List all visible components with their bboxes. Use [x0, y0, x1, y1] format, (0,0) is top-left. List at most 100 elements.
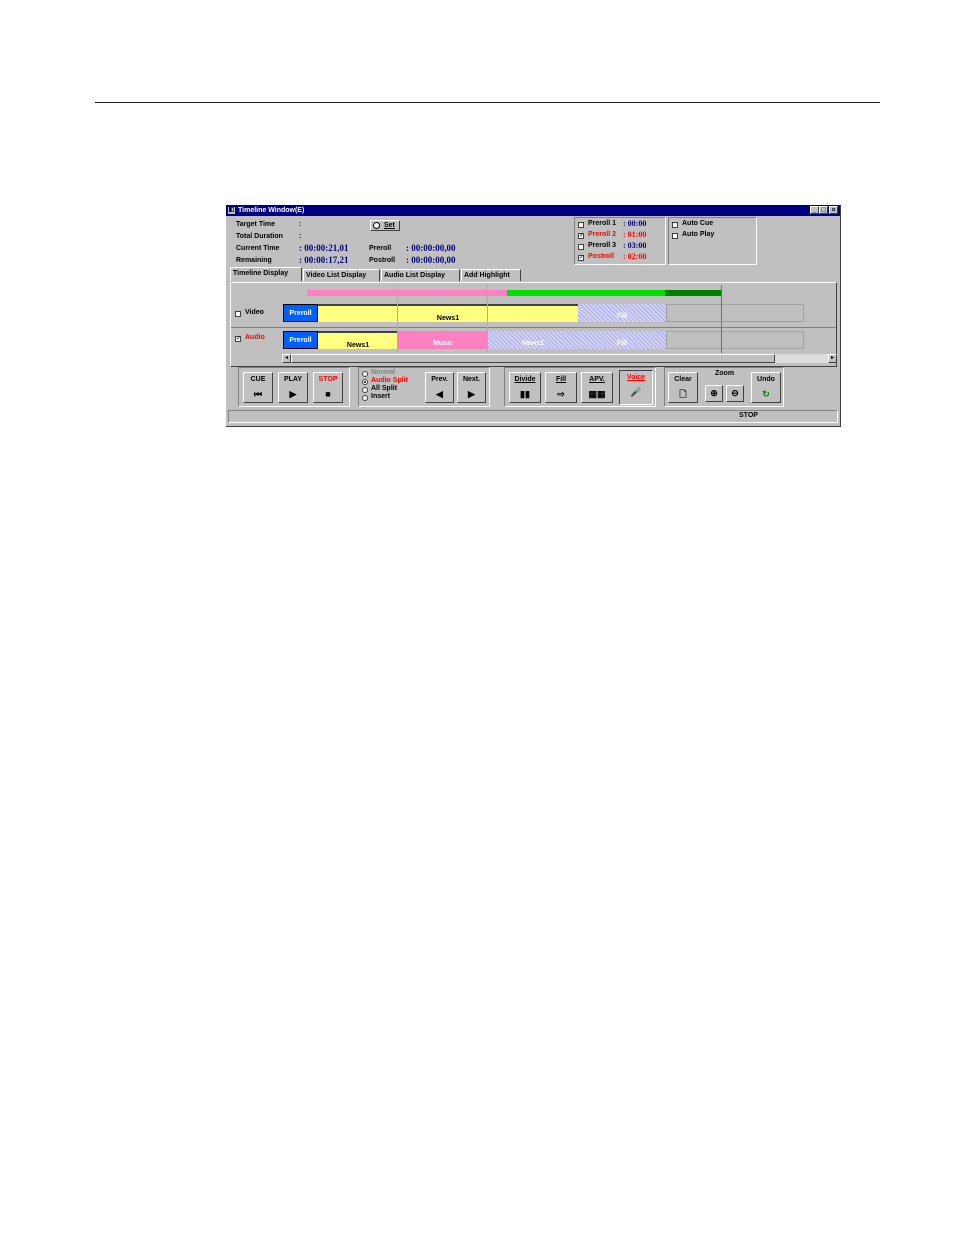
video-track-empty [666, 304, 804, 322]
next-label: Next. [462, 376, 481, 383]
preroll-value: : 00:00:00,00 [406, 243, 456, 253]
divide-icon: ▮▮ [520, 389, 530, 399]
zoom-in-icon: ⊕ [710, 388, 718, 398]
play-icon: ▶ [289, 389, 297, 399]
marker-line-1 [397, 285, 398, 353]
mode-insert-radio[interactable] [362, 395, 368, 401]
postroll-label: Postroll [369, 257, 396, 264]
close-button[interactable]: × [829, 206, 838, 214]
scroll-thumb[interactable] [291, 354, 775, 363]
app-icon: ◧ [228, 207, 235, 214]
next-button[interactable]: Next. ▶ [457, 372, 486, 403]
title-bar[interactable]: ◧ Timeline Window(E) _ □ × [226, 205, 840, 216]
divide-button[interactable]: Divide ▮▮ [509, 372, 541, 403]
edit-mode-group: Normal Audio Split All Split Insert Prev… [358, 367, 490, 407]
tab-audio-list-display[interactable]: Audio List Display [381, 269, 460, 281]
audio-preroll-block[interactable]: Preroll [283, 331, 318, 349]
maximize-button[interactable]: □ [819, 206, 828, 214]
window-title: Timeline Window(E) [238, 207, 305, 214]
cue-label: CUE [250, 376, 266, 383]
tab-video-list-display[interactable]: Video List Display [303, 269, 380, 281]
preroll-2-label: Preroll 2 [588, 231, 617, 238]
edit-tools-group: Divide ▮▮ Fill ⇨ APV. ▦▦ Voice 🎤 [504, 367, 656, 407]
apv-icon: ▦▦ [588, 389, 606, 399]
tab-add-highlight[interactable]: Add Highlight [461, 269, 521, 281]
fill-button[interactable]: Fill ⇨ [545, 372, 577, 403]
view-tools-group: Clear 🗋 Zoom ⊕ ⊖ Undo ↻ [664, 367, 784, 407]
preroll-label: Preroll [369, 245, 392, 252]
left-arrow-icon: ◀ [436, 389, 443, 399]
timeline-window: ◧ Timeline Window(E) _ □ × Target Time :… [226, 205, 841, 427]
postroll-value: : 00:00:00,00 [406, 255, 456, 265]
auto-play-label: Auto Play [682, 231, 715, 238]
audio-clip-news1-second[interactable]: News1 [488, 331, 578, 349]
track-divider [231, 327, 836, 328]
undo-label: Undo [757, 376, 775, 383]
end-marker-line [721, 285, 722, 353]
video-clip-fill[interactable]: Fill [578, 304, 666, 322]
auto-panel: Auto Cue Auto Play [668, 217, 757, 265]
scroll-right-button[interactable]: ▸ [828, 354, 837, 363]
minimize-button[interactable]: _ [810, 206, 819, 214]
total-duration-label: Total Duration [236, 233, 283, 240]
voice-button[interactable]: Voice 🎤 [619, 370, 653, 405]
right-arrow-icon: ▶ [468, 389, 475, 399]
auto-cue-checkbox[interactable] [672, 222, 678, 228]
zoom-label: Zoom [715, 370, 735, 377]
current-time-label: Current Time [236, 245, 280, 252]
zoom-out-button[interactable]: ⊖ [726, 385, 744, 402]
stop-button[interactable]: STOP ■ [313, 372, 343, 403]
audio-track-checkbox[interactable]: ✓ [235, 336, 241, 342]
auto-play-checkbox[interactable] [672, 233, 678, 239]
preroll-3-checkbox[interactable] [578, 244, 584, 250]
total-duration-colon: : [299, 233, 302, 240]
fill-arrow-icon: ⇨ [557, 389, 565, 399]
preroll-panel: Preroll 1 : 00:00 ✓ Preroll 2 : 01:00 Pr… [574, 217, 666, 265]
zoom-in-button[interactable]: ⊕ [705, 385, 723, 402]
remaining-value: : 00:00:17,21 [299, 255, 349, 265]
preroll-1-checkbox[interactable] [578, 222, 584, 228]
stop-icon: ■ [325, 389, 331, 399]
prev-label: Prev. [431, 376, 448, 383]
clear-label: Clear [674, 376, 692, 383]
overview-bar-pink [307, 290, 507, 296]
play-button[interactable]: PLAY ▶ [278, 372, 308, 403]
video-track-checkbox[interactable] [235, 311, 241, 317]
preroll-2-checkbox[interactable]: ✓ [578, 233, 584, 239]
mode-all-split-radio[interactable] [362, 387, 368, 393]
video-preroll-block[interactable]: Preroll [283, 304, 318, 322]
target-time-label: Target Time [236, 221, 276, 228]
postroll-checkbox[interactable]: ✓ [578, 255, 584, 261]
audio-clip-fill[interactable]: Fill [578, 331, 666, 349]
remaining-label: Remaining [236, 257, 272, 264]
apv-label: APV. [589, 376, 605, 383]
microphone-icon: 🎤 [630, 387, 642, 397]
preroll-3-label: Preroll 3 [588, 242, 617, 249]
audio-clip-news1[interactable]: News1 [318, 331, 398, 349]
tab-timeline-display[interactable]: Timeline Display [230, 267, 302, 281]
mode-normal-label: Normal [371, 369, 396, 376]
clear-button[interactable]: Clear 🗋 [668, 372, 698, 403]
preroll-1-value: : 00:00 [623, 219, 647, 228]
preroll-1-label: Preroll 1 [588, 220, 617, 227]
play-label: PLAY [283, 376, 303, 383]
transport-group: CUE ⏮ PLAY ▶ STOP ■ [238, 367, 350, 407]
mode-audio-split-radio[interactable] [362, 379, 368, 385]
preroll-3-value: : 03:00 [623, 241, 647, 250]
preroll-2-value: : 01:00 [623, 230, 647, 239]
mode-audio-split-label: Audio Split [371, 377, 408, 384]
audio-track-label: Audio [245, 334, 265, 341]
video-track-label: Video [245, 309, 264, 316]
prev-button[interactable]: Prev. ◀ [425, 372, 454, 403]
undo-button[interactable]: Undo ↻ [751, 372, 781, 403]
video-clip-news1[interactable]: News1 [318, 304, 578, 322]
scroll-left-button[interactable]: ◂ [282, 354, 291, 363]
set-button[interactable]: Set [370, 220, 400, 231]
stop-label: STOP [318, 376, 338, 383]
horizontal-scrollbar[interactable]: ◂ ▸ [282, 354, 837, 363]
cue-button[interactable]: CUE ⏮ [243, 372, 273, 403]
undo-icon: ↻ [762, 389, 770, 399]
mode-normal-radio[interactable] [362, 371, 368, 377]
apv-button[interactable]: APV. ▦▦ [581, 372, 613, 403]
audio-clip-music[interactable]: Music [398, 331, 488, 349]
